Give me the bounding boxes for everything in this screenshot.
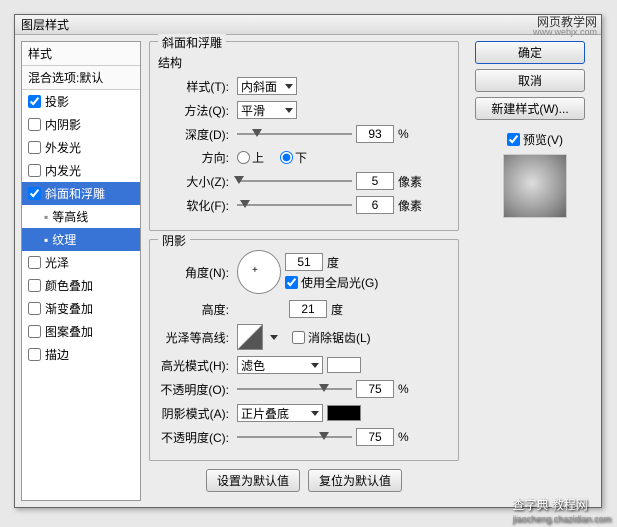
style-item[interactable]: ▪等高线 <box>22 205 140 228</box>
size-label: 大小(Z): <box>158 173 233 190</box>
preview-checkbox[interactable]: 预览(V) <box>475 131 595 148</box>
titlebar[interactable]: 图层样式 网页教学网 www.webjx.com <box>15 15 601 35</box>
depth-input[interactable]: 93 <box>356 125 394 143</box>
angle-input[interactable]: 51 <box>285 253 323 271</box>
chevron-down-icon <box>311 411 319 416</box>
bevel-group: 斜面和浮雕 结构 样式(T): 内斜面 方法(Q): 平滑 深度(D): 93 <box>149 41 459 231</box>
make-default-button[interactable]: 设置为默认值 <box>206 469 300 492</box>
chevron-down-icon <box>270 335 278 340</box>
highlight-opacity-label: 不透明度(O): <box>158 381 233 398</box>
style-item[interactable]: 渐变叠加 <box>22 297 140 320</box>
shadow-mode-label: 阴影模式(A): <box>158 405 233 422</box>
shading-legend: 阴影 <box>158 232 190 249</box>
reset-default-button[interactable]: 复位为默认值 <box>308 469 402 492</box>
highlight-color-swatch[interactable] <box>327 357 361 373</box>
gloss-contour-picker[interactable] <box>237 324 263 350</box>
direction-label: 方向: <box>158 149 233 166</box>
styles-list: 样式 混合选项:默认 投影内阴影外发光内发光斜面和浮雕▪等高线▪纹理光泽颜色叠加… <box>21 41 141 501</box>
style-label: 样式(T): <box>158 78 233 95</box>
antialias-checkbox[interactable]: 消除锯齿(L) <box>292 329 371 346</box>
cancel-button[interactable]: 取消 <box>475 69 585 92</box>
style-item[interactable]: 光泽 <box>22 251 140 274</box>
shadow-color-swatch[interactable] <box>327 405 361 421</box>
highlight-mode-label: 高光模式(H): <box>158 357 233 374</box>
blend-options[interactable]: 混合选项:默认 <box>22 66 140 90</box>
highlight-mode-select[interactable]: 滤色 <box>237 356 323 374</box>
style-item[interactable]: ▪纹理 <box>22 228 140 251</box>
direction-down-radio[interactable]: 下 <box>280 149 307 166</box>
shading-group: 阴影 角度(N): + 51 度 使用全局光(G) 高度: 21 <box>149 239 459 461</box>
depth-slider[interactable] <box>237 127 352 141</box>
soften-input[interactable]: 6 <box>356 196 394 214</box>
styles-header: 样式 <box>22 42 140 66</box>
preview-thumbnail <box>503 154 567 218</box>
depth-label: 深度(D): <box>158 126 233 143</box>
chevron-down-icon <box>285 108 293 113</box>
style-select[interactable]: 内斜面 <box>237 77 297 95</box>
shadow-opacity-label: 不透明度(C): <box>158 429 233 446</box>
angle-indicator-icon: + <box>252 265 258 276</box>
style-item[interactable]: 图案叠加 <box>22 320 140 343</box>
soften-label: 软化(F): <box>158 197 233 214</box>
style-item[interactable]: 斜面和浮雕 <box>22 182 140 205</box>
style-item[interactable]: 内阴影 <box>22 113 140 136</box>
new-style-button[interactable]: 新建样式(W)... <box>475 97 585 120</box>
angle-label: 角度(N): <box>158 264 233 281</box>
style-item[interactable]: 描边 <box>22 343 140 366</box>
shadow-opacity-slider[interactable] <box>237 430 352 444</box>
angle-control[interactable]: + <box>237 250 281 294</box>
structure-label: 结构 <box>158 54 450 71</box>
ok-button[interactable]: 确定 <box>475 41 585 64</box>
altitude-label: 高度: <box>158 301 233 318</box>
chevron-down-icon <box>311 363 319 368</box>
window-title: 图层样式 <box>21 18 69 32</box>
technique-select[interactable]: 平滑 <box>237 101 297 119</box>
size-slider[interactable] <box>237 174 352 188</box>
technique-label: 方法(Q): <box>158 102 233 119</box>
watermark-top: 网页教学网 www.webjx.com <box>533 17 597 37</box>
highlight-opacity-input[interactable]: 75 <box>356 380 394 398</box>
global-light-checkbox[interactable]: 使用全局光(G) <box>285 274 378 291</box>
settings-area: 斜面和浮雕 结构 样式(T): 内斜面 方法(Q): 平滑 深度(D): 93 <box>149 41 459 501</box>
shadow-mode-select[interactable]: 正片叠底 <box>237 404 323 422</box>
soften-slider[interactable] <box>237 198 352 212</box>
chevron-down-icon <box>285 84 293 89</box>
watermark-bottom: 查字典 教程网 jiaocheng.chazidian.com <box>512 496 611 525</box>
size-input[interactable]: 5 <box>356 172 394 190</box>
highlight-opacity-slider[interactable] <box>237 382 352 396</box>
layer-style-dialog: 图层样式 网页教学网 www.webjx.com 样式 混合选项:默认 投影内阴… <box>14 14 602 508</box>
shadow-opacity-input[interactable]: 75 <box>356 428 394 446</box>
altitude-input[interactable]: 21 <box>289 300 327 318</box>
style-item[interactable]: 投影 <box>22 90 140 113</box>
style-item[interactable]: 外发光 <box>22 136 140 159</box>
style-item[interactable]: 内发光 <box>22 159 140 182</box>
side-panel: 确定 取消 新建样式(W)... 预览(V) <box>475 41 595 224</box>
gloss-label: 光泽等高线: <box>158 329 233 346</box>
bevel-legend: 斜面和浮雕 <box>158 34 226 51</box>
direction-up-radio[interactable]: 上 <box>237 149 264 166</box>
style-item[interactable]: 颜色叠加 <box>22 274 140 297</box>
